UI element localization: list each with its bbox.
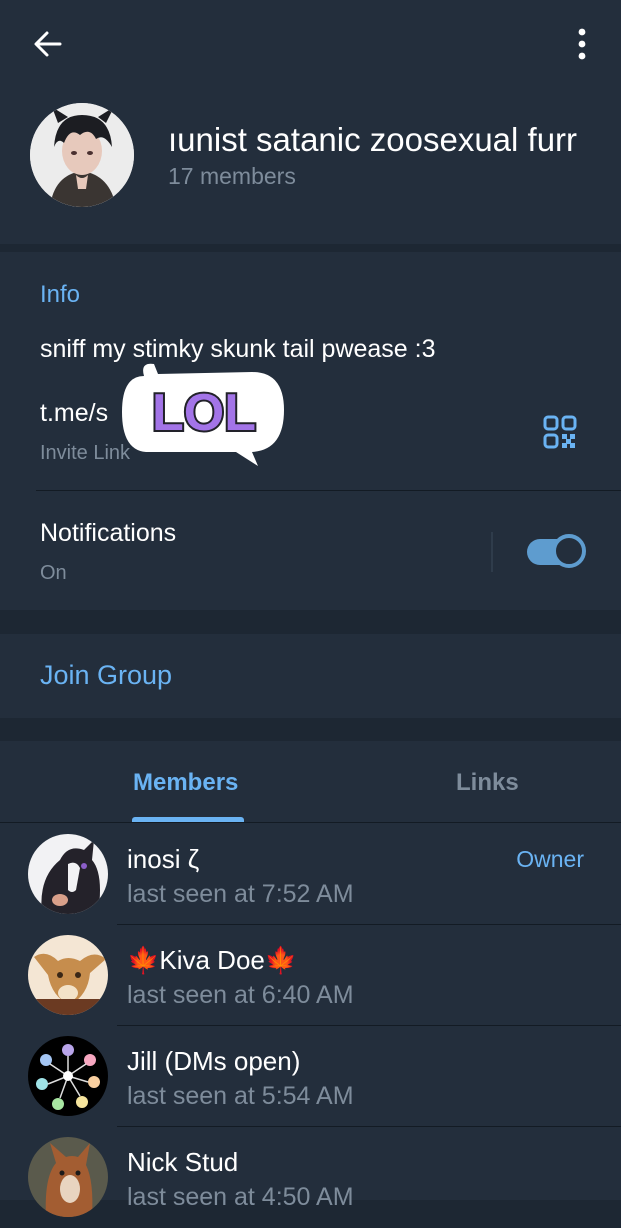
member-last-seen: last seen at 4:50 AM <box>127 1183 354 1211</box>
member-name: inosi ζ <box>127 844 200 874</box>
group-title: ıunist satanic zoosexual furr <box>168 121 578 158</box>
tab-links[interactable]: Links <box>456 769 519 797</box>
member-role-badge: Owner <box>516 846 584 872</box>
member-last-seen: last seen at 7:52 AM <box>127 880 354 908</box>
notifications-toggle[interactable] <box>527 534 587 568</box>
member-row[interactable]: 🍁Kiva Doe🍁 last seen at 6:40 AM <box>0 925 621 1026</box>
qr-code-icon <box>543 415 577 449</box>
arrow-left-icon <box>34 31 62 57</box>
lol-sticker: LOL <box>118 358 288 470</box>
notifications-status: On <box>40 562 67 584</box>
invite-link-caption: Invite Link <box>40 442 131 464</box>
group-avatar[interactable] <box>30 103 134 207</box>
member-row[interactable]: Jill (DMs open) last seen at 5:54 AM <box>0 1026 621 1127</box>
member-last-seen: last seen at 5:54 AM <box>127 1082 354 1110</box>
info-section-label: Info <box>40 281 81 308</box>
back-button[interactable] <box>24 22 72 66</box>
avatar <box>28 935 108 1015</box>
info-divider <box>36 490 621 491</box>
member-row[interactable]: inosi ζ last seen at 7:52 AM Owner <box>0 824 621 925</box>
qr-code-button[interactable] <box>538 410 582 454</box>
tab-members[interactable]: Members <box>133 769 238 797</box>
avatar <box>28 1036 108 1116</box>
notifications-label[interactable]: Notifications <box>40 519 176 548</box>
join-group-button[interactable]: Join Group <box>40 660 172 691</box>
avatar <box>28 1137 108 1217</box>
tabs-divider <box>0 822 621 823</box>
notifications-separator <box>491 532 493 572</box>
lol-sticker-text: LOL <box>152 384 256 442</box>
avatar <box>28 834 108 914</box>
member-name: 🍁Kiva Doe🍁 <box>127 945 298 975</box>
member-row[interactable]: Nick Stud last seen at 4:50 AM <box>0 1127 621 1228</box>
more-vertical-icon <box>578 28 586 60</box>
member-last-seen: last seen at 6:40 AM <box>127 981 354 1009</box>
more-options-button[interactable] <box>560 22 604 66</box>
invite-link[interactable]: t.me/s <box>40 399 108 428</box>
member-name: Jill (DMs open) <box>127 1046 301 1076</box>
toggle-knob <box>552 534 586 568</box>
group-avatar-image <box>30 103 134 207</box>
member-count: 17 members <box>168 163 296 189</box>
member-name: Nick Stud <box>127 1147 239 1177</box>
